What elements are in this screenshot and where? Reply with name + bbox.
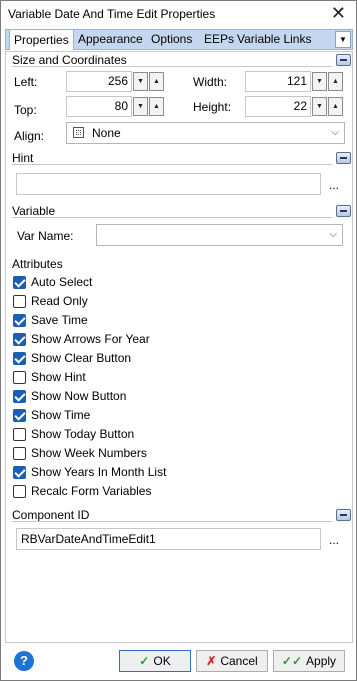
- section-title: Variable: [12, 204, 56, 218]
- section-title: Component ID: [12, 508, 90, 522]
- top-label: Top:: [14, 103, 37, 117]
- checkbox-checked-icon[interactable]: [13, 276, 26, 289]
- tab-options[interactable]: Options: [147, 30, 196, 49]
- hint-ellipsis-button[interactable]: ...: [329, 178, 339, 192]
- align-none-icon: [73, 127, 84, 138]
- tab-overflow-dropdown-icon[interactable]: ▼: [335, 31, 351, 48]
- section-title: Hint: [12, 151, 34, 165]
- checkbox-unchecked-icon[interactable]: [13, 371, 26, 384]
- checkbox-checked-icon[interactable]: [13, 352, 26, 365]
- attribute-label: Recalc Form Variables: [31, 484, 152, 498]
- attribute-label: Read Only: [31, 294, 88, 308]
- ok-button[interactable]: ✓ OK: [119, 650, 191, 672]
- chevron-down-icon: ⌵: [329, 229, 337, 240]
- collapse-icon[interactable]: [336, 54, 351, 66]
- dialog-footer: ? ✓ OK ✗ Cancel ✓✓ Apply: [1, 644, 356, 680]
- component-id-input[interactable]: RBVarDateAndTimeEdit1: [16, 528, 321, 550]
- tab-bar: Properties Appearance Options EEPs Varia…: [5, 29, 353, 50]
- tab-appearance[interactable]: Appearance: [74, 30, 147, 49]
- checkbox-unchecked-icon[interactable]: [13, 447, 26, 460]
- hint-input[interactable]: [16, 173, 321, 195]
- checkbox-checked-icon[interactable]: [13, 409, 26, 422]
- close-icon[interactable]: ✕: [331, 4, 346, 22]
- top-increment-icon[interactable]: ▲: [149, 97, 164, 116]
- attribute-label: Show Clear Button: [31, 351, 132, 365]
- checkbox-checked-icon[interactable]: [13, 466, 26, 479]
- checkbox-checked-icon[interactable]: [13, 314, 26, 327]
- checkbox-checked-icon[interactable]: [13, 390, 26, 403]
- align-select[interactable]: None ⌵: [66, 122, 345, 144]
- apply-button[interactable]: ✓✓ Apply: [273, 650, 345, 672]
- attribute-label: Show Week Numbers: [31, 446, 147, 460]
- section-variable: Variable: [6, 204, 352, 218]
- top-decrement-icon[interactable]: ▼: [133, 97, 148, 116]
- height-decrement-icon[interactable]: ▼: [312, 97, 327, 116]
- cross-icon: ✗: [206, 654, 217, 668]
- section-size-coordinates: Size and Coordinates: [6, 53, 352, 67]
- tab-variable-links[interactable]: Variable Links: [233, 30, 315, 49]
- apply-label: Apply: [306, 654, 337, 668]
- attribute-label: Save Time: [31, 313, 88, 327]
- cancel-label: Cancel: [220, 654, 258, 668]
- section-title: Size and Coordinates: [12, 53, 127, 67]
- left-increment-icon[interactable]: ▲: [149, 72, 164, 91]
- width-field[interactable]: 121: [245, 71, 311, 92]
- section-title: Attributes: [12, 257, 63, 271]
- section-component-id: Component ID: [6, 508, 352, 522]
- width-increment-icon[interactable]: ▲: [328, 72, 343, 91]
- attribute-label: Show Arrows For Year: [31, 332, 150, 346]
- component-id-ellipsis-button[interactable]: ...: [329, 533, 339, 547]
- collapse-icon[interactable]: [336, 205, 351, 217]
- attribute-label: Show Now Button: [31, 389, 127, 403]
- help-icon[interactable]: ?: [14, 651, 34, 671]
- attribute-label: Show Years In Month List: [31, 465, 167, 479]
- collapse-icon[interactable]: [336, 152, 351, 164]
- checkbox-unchecked-icon[interactable]: [13, 428, 26, 441]
- attribute-label: Show Time: [31, 408, 91, 422]
- checkbox-checked-icon[interactable]: [13, 333, 26, 346]
- tab-properties[interactable]: Properties: [9, 29, 74, 50]
- var-name-label: Var Name:: [17, 229, 74, 243]
- attribute-label: Show Hint: [31, 370, 86, 384]
- height-label: Height:: [193, 100, 232, 114]
- ok-label: OK: [153, 654, 171, 668]
- window-title: Variable Date And Time Edit Properties: [8, 7, 216, 21]
- height-increment-icon[interactable]: ▲: [328, 97, 343, 116]
- top-field[interactable]: 80: [66, 96, 132, 117]
- left-decrement-icon[interactable]: ▼: [133, 72, 148, 91]
- attribute-label: Show Today Button: [31, 427, 135, 441]
- left-field[interactable]: 256: [66, 71, 132, 92]
- cancel-button[interactable]: ✗ Cancel: [196, 650, 268, 672]
- align-value: None: [92, 126, 121, 140]
- var-name-select[interactable]: ⌵: [96, 224, 343, 246]
- left-label: Left:: [14, 75, 38, 89]
- collapse-icon[interactable]: [336, 509, 351, 521]
- section-attributes: Attributes: [6, 257, 352, 271]
- width-label: Width:: [193, 75, 228, 89]
- title-bar: Variable Date And Time Edit Properties ✕: [1, 1, 356, 27]
- checkbox-unchecked-icon[interactable]: [13, 485, 26, 498]
- height-field[interactable]: 22: [245, 96, 311, 117]
- section-hint: Hint: [6, 151, 352, 165]
- align-label: Align:: [14, 129, 45, 143]
- width-decrement-icon[interactable]: ▼: [312, 72, 327, 91]
- properties-panel: Size and Coordinates Left: 256 ▼ ▲ Width…: [5, 51, 353, 643]
- double-check-icon: ✓✓: [281, 654, 303, 668]
- attribute-label: Auto Select: [31, 275, 93, 289]
- properties-dialog: Variable Date And Time Edit Properties ✕…: [0, 0, 357, 681]
- check-icon: ✓: [139, 654, 150, 668]
- checkbox-unchecked-icon[interactable]: [13, 295, 26, 308]
- chevron-down-icon: ⌵: [331, 127, 339, 138]
